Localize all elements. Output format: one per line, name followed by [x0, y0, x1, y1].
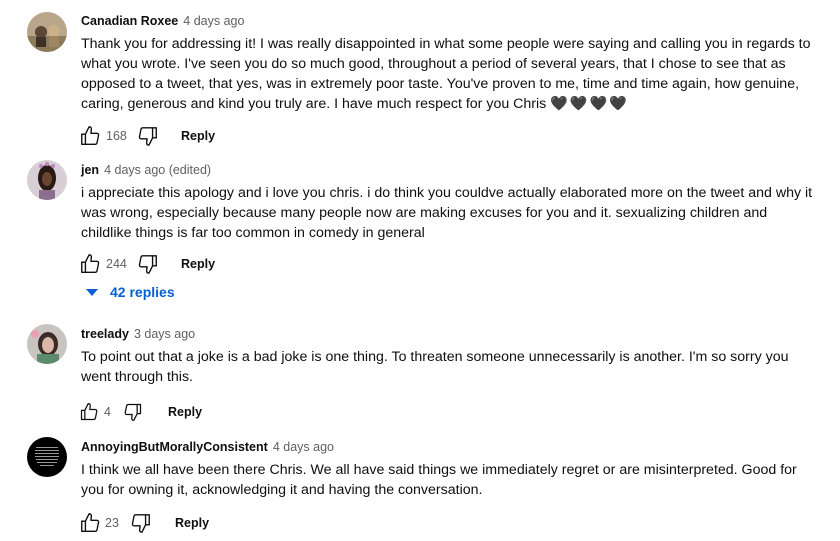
dislike-button[interactable] — [137, 124, 159, 148]
comment-meta: jen 4 days ago (edited) — [81, 162, 820, 178]
reply-button[interactable]: Reply — [175, 516, 209, 530]
dislike-button[interactable] — [137, 252, 159, 276]
like-button[interactable]: 4 — [79, 400, 111, 424]
comment-toolbar: 168 Reply — [81, 124, 820, 148]
like-button[interactable]: 244 — [79, 252, 127, 276]
reply-button[interactable]: Reply — [181, 129, 215, 143]
author-name[interactable]: Canadian Roxee — [81, 14, 178, 28]
comment-toolbar: 244 Reply — [81, 252, 820, 276]
avatar[interactable] — [27, 437, 67, 477]
dislike-button[interactable] — [123, 400, 143, 424]
thumbs-down-icon — [131, 514, 150, 533]
avatar-image — [27, 12, 67, 52]
like-count: 4 — [104, 405, 111, 419]
avatar[interactable] — [27, 12, 67, 52]
author-name[interactable]: AnnoyingButMorallyConsistent — [81, 440, 268, 454]
avatar[interactable] — [27, 324, 67, 364]
avatar-image — [27, 324, 67, 364]
like-count: 168 — [106, 129, 127, 143]
reply-button[interactable]: Reply — [168, 405, 202, 419]
avatar[interactable] — [27, 160, 67, 200]
comment-meta: treelady 3 days ago — [81, 326, 820, 342]
comment-timestamp[interactable]: 4 days ago — [183, 14, 244, 28]
author-name[interactable]: jen — [81, 163, 99, 177]
like-button[interactable]: 23 — [79, 511, 119, 535]
thumbs-up-icon — [80, 403, 98, 421]
thumbs-up-icon — [81, 126, 100, 145]
like-button[interactable]: 168 — [79, 124, 127, 148]
thumbs-down-icon — [138, 255, 157, 274]
comment-text: I think we all have been there Chris. We… — [81, 462, 797, 498]
thumbs-up-icon — [81, 513, 100, 532]
comment-timestamp[interactable]: 3 days ago — [134, 327, 195, 341]
dislike-button[interactable] — [130, 511, 152, 535]
comment-timestamp[interactable]: 4 days ago (edited) — [104, 163, 211, 177]
view-replies-button[interactable]: 42 replies — [86, 282, 175, 302]
comment-toolbar: 4 Reply — [79, 400, 820, 424]
comment-text: To point out that a joke is a bad joke i… — [81, 349, 789, 385]
comment-text: Thank you for addressing it! I was reall… — [81, 34, 820, 114]
like-count: 23 — [105, 516, 119, 530]
comment-meta: Canadian Roxee 4 days ago — [81, 13, 820, 29]
comment-timestamp[interactable]: 4 days ago — [273, 440, 334, 454]
comment-text: i appreciate this apology and i love you… — [81, 185, 813, 241]
thumbs-up-icon — [81, 254, 100, 273]
avatar-image — [27, 437, 67, 477]
heart-emojis: 🖤🖤🖤🖤 — [550, 96, 629, 112]
like-count: 244 — [106, 257, 127, 271]
replies-count: 42 replies — [110, 284, 175, 300]
thumbs-down-icon — [138, 127, 157, 146]
comment-toolbar: 23 Reply — [81, 511, 820, 535]
comment-text-content: Thank you for addressing it! I was reall… — [81, 36, 811, 112]
comment-meta: AnnoyingButMorallyConsistent 4 days ago — [81, 439, 820, 455]
avatar-image — [27, 160, 67, 200]
thumbs-down-icon — [124, 403, 142, 421]
caret-down-icon — [86, 288, 98, 296]
reply-button[interactable]: Reply — [181, 257, 215, 271]
author-name[interactable]: treelady — [81, 327, 129, 341]
